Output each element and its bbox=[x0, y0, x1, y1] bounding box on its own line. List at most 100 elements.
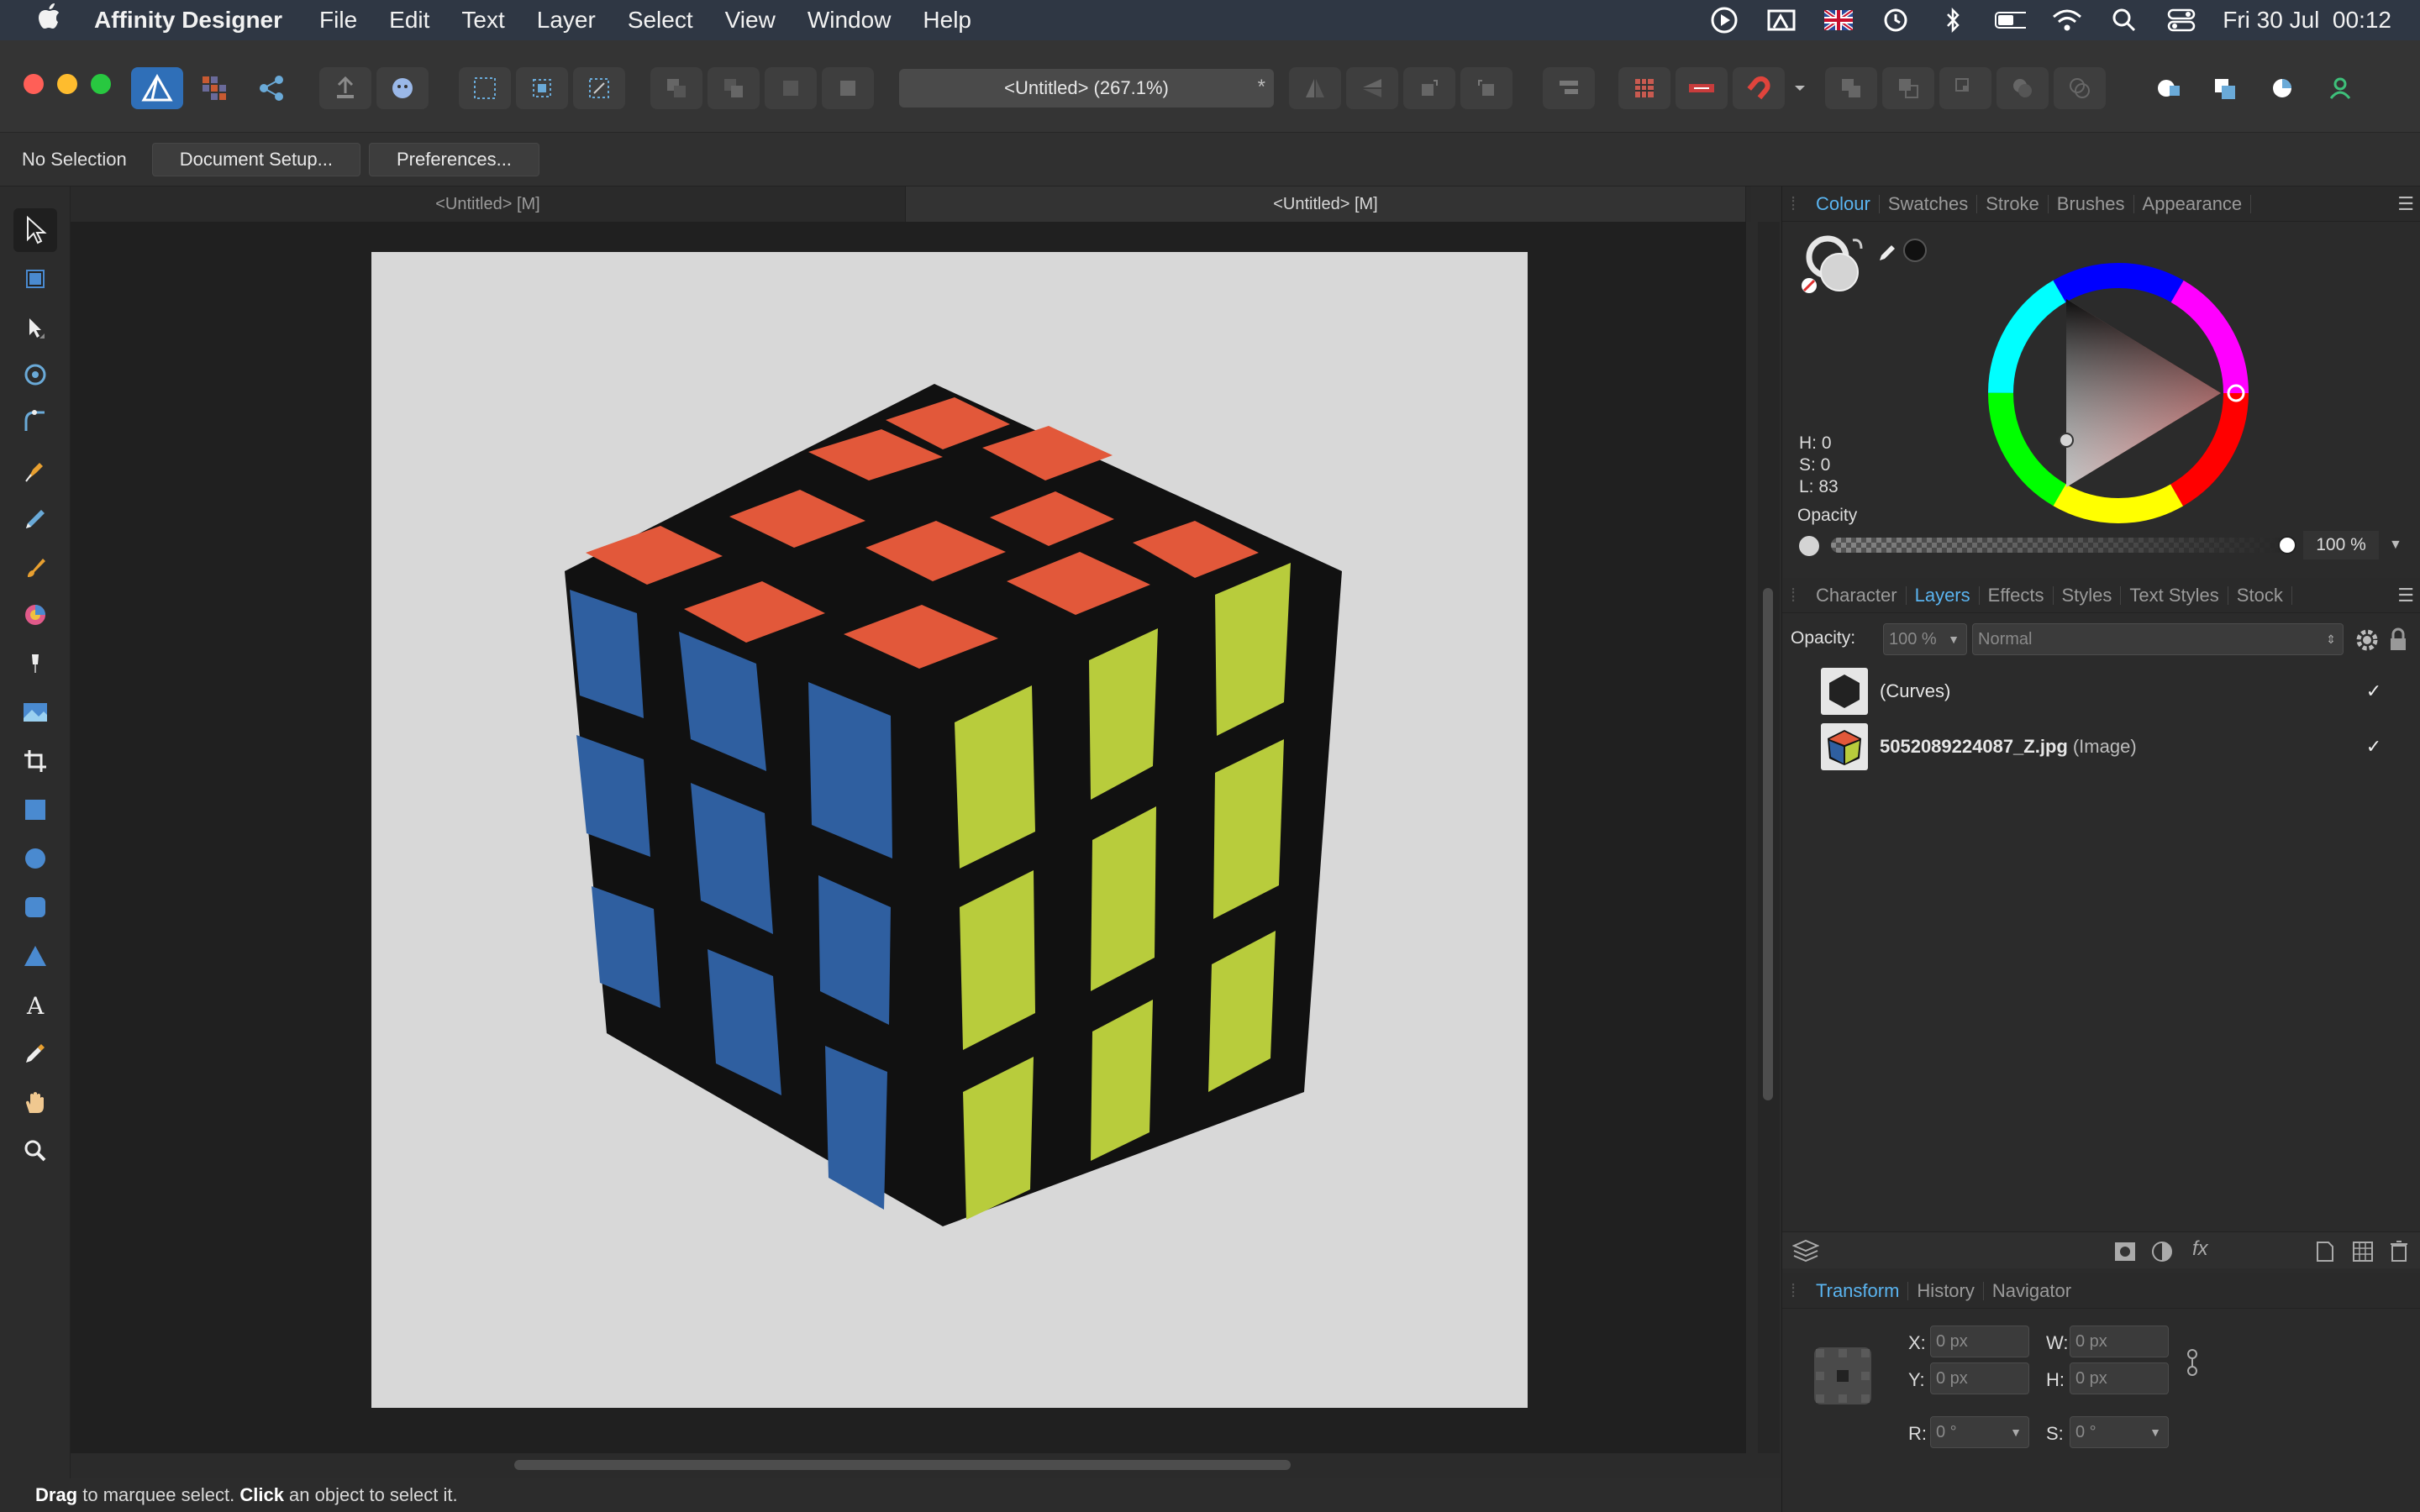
colour-picker-handle[interactable] bbox=[2059, 433, 2074, 448]
layer-row[interactable]: (Curves) ✓ bbox=[1782, 664, 2420, 719]
corner-tool-icon[interactable] bbox=[13, 400, 57, 444]
grid-icon[interactable] bbox=[1618, 67, 1670, 109]
artboard[interactable] bbox=[371, 252, 1528, 1408]
zoom-window-button[interactable] bbox=[91, 74, 111, 94]
anchor-point-selector[interactable] bbox=[1809, 1342, 1876, 1410]
view-tool-hand-icon[interactable] bbox=[13, 1080, 57, 1124]
color-picker-icon[interactable] bbox=[1876, 235, 1927, 269]
pen-tool-icon[interactable] bbox=[13, 449, 57, 492]
opacity-slider-handle[interactable] bbox=[2278, 536, 2296, 554]
panel-menu-icon[interactable]: ☰ bbox=[2397, 585, 2414, 606]
tab-appearance[interactable]: Appearance bbox=[2134, 194, 2252, 213]
control-center-icon[interactable] bbox=[2165, 8, 2197, 33]
uk-flag-icon[interactable] bbox=[1823, 8, 1854, 33]
artistic-text-tool-icon[interactable]: A bbox=[13, 983, 57, 1026]
panel-grip-icon[interactable]: ⁞ bbox=[1791, 585, 1807, 606]
subtract-icon[interactable] bbox=[1882, 67, 1934, 109]
menu-select[interactable]: Select bbox=[628, 7, 693, 34]
user-account-icon[interactable] bbox=[2314, 67, 2366, 109]
select-bounds-icon[interactable] bbox=[516, 67, 568, 109]
tab-swatches[interactable]: Swatches bbox=[1880, 194, 1978, 213]
align-icon[interactable] bbox=[1543, 67, 1595, 109]
export-persona-icon[interactable] bbox=[245, 67, 297, 109]
rotate-right-icon[interactable] bbox=[1460, 67, 1512, 109]
transform-origin-icon[interactable] bbox=[573, 67, 625, 109]
add-pixel-layer-icon[interactable] bbox=[2315, 1241, 2335, 1263]
flip-vertical-icon[interactable] bbox=[1346, 67, 1398, 109]
vertical-scrollbar[interactable] bbox=[1763, 588, 1773, 1100]
menu-layer[interactable]: Layer bbox=[537, 7, 596, 34]
layer-opacity-field[interactable]: 100 % ▼ bbox=[1883, 623, 1967, 655]
lock-icon[interactable] bbox=[2387, 627, 2409, 654]
point-transform-tool-icon[interactable] bbox=[13, 353, 57, 396]
rotation-field[interactable]: 0 ° ▼ bbox=[1930, 1416, 2029, 1448]
move-to-front-icon[interactable] bbox=[822, 67, 874, 109]
close-window-button[interactable] bbox=[24, 74, 44, 94]
link-proportions-icon[interactable] bbox=[2186, 1346, 2199, 1379]
rotate-left-icon[interactable] bbox=[1403, 67, 1455, 109]
tab-history[interactable]: History bbox=[1908, 1281, 1984, 1300]
snap-to-grid-icon[interactable] bbox=[459, 67, 511, 109]
upload-icon[interactable] bbox=[319, 67, 371, 109]
document-tab-active[interactable]: <Untitled> [M] bbox=[906, 186, 1746, 222]
divide-icon[interactable] bbox=[2054, 67, 2106, 109]
menu-app-name[interactable]: Affinity Designer bbox=[94, 7, 282, 34]
snapping-options-chevron-down-icon[interactable] bbox=[1790, 67, 1810, 109]
ellipse-tool-icon[interactable] bbox=[13, 837, 57, 880]
menu-edit[interactable]: Edit bbox=[389, 7, 429, 34]
insert-top-icon[interactable] bbox=[2200, 67, 2252, 109]
move-forward-one-icon[interactable] bbox=[765, 67, 817, 109]
triangle-tool-icon[interactable] bbox=[13, 934, 57, 978]
tab-text-styles[interactable]: Text Styles bbox=[2121, 585, 2228, 605]
document-tab[interactable]: <Untitled> [M] bbox=[71, 186, 906, 222]
designer-persona-icon[interactable] bbox=[131, 67, 183, 109]
tab-stroke[interactable]: Stroke bbox=[1977, 194, 2049, 213]
opacity-value-field[interactable]: 100 % bbox=[2303, 531, 2379, 559]
menu-file[interactable]: File bbox=[319, 7, 357, 34]
time-machine-icon[interactable] bbox=[1880, 8, 1912, 33]
play-icon[interactable] bbox=[1708, 7, 1740, 34]
xor-icon[interactable] bbox=[1996, 67, 2049, 109]
document-title-field[interactable]: <Untitled> (267.1%) * bbox=[899, 69, 1274, 108]
panel-grip-icon[interactable]: ⁞ bbox=[1791, 193, 1807, 215]
add-icon[interactable] bbox=[1825, 67, 1877, 109]
panel-menu-icon[interactable]: ☰ bbox=[2397, 193, 2414, 215]
battery-icon[interactable] bbox=[1994, 8, 2027, 33]
rectangle-tool-icon[interactable] bbox=[13, 788, 57, 832]
spotlight-search-icon[interactable] bbox=[2108, 8, 2140, 33]
menu-bar-clock[interactable]: Fri 30 Jul 00:12 bbox=[2223, 7, 2391, 34]
intersect-icon[interactable] bbox=[1939, 67, 1991, 109]
transparency-tool-icon[interactable] bbox=[13, 642, 57, 685]
menu-view[interactable]: View bbox=[725, 7, 776, 34]
tab-layers[interactable]: Layers bbox=[1907, 585, 1980, 605]
insert-inside-icon[interactable] bbox=[2257, 67, 2309, 109]
mask-layer-icon[interactable] bbox=[2113, 1241, 2137, 1263]
tab-stock[interactable]: Stock bbox=[2228, 585, 2292, 605]
minimize-window-button[interactable] bbox=[57, 74, 77, 94]
layer-visibility-checkbox[interactable]: ✓ bbox=[2364, 681, 2384, 701]
artboard-tool-icon[interactable] bbox=[13, 257, 57, 301]
width-field[interactable]: 0 px bbox=[2070, 1326, 2169, 1357]
vector-brush-tool-icon[interactable] bbox=[13, 546, 57, 590]
assistant-icon[interactable] bbox=[376, 67, 429, 109]
colour-wheel[interactable] bbox=[1984, 259, 2253, 528]
color-picker-tool-icon[interactable] bbox=[13, 1032, 57, 1075]
insert-behind-icon[interactable] bbox=[2143, 67, 2195, 109]
fx-effects-icon[interactable]: fx bbox=[2192, 1237, 2208, 1261]
panel-grip-icon[interactable]: ⁞ bbox=[1791, 1280, 1807, 1302]
place-image-tool-icon[interactable] bbox=[13, 690, 57, 734]
menu-help[interactable]: Help bbox=[923, 7, 971, 34]
opacity-slider[interactable] bbox=[1831, 538, 2285, 553]
delete-layer-trash-icon[interactable] bbox=[2389, 1239, 2409, 1263]
snapping-magnet-icon[interactable] bbox=[1733, 67, 1785, 109]
move-to-back-icon[interactable] bbox=[650, 67, 702, 109]
y-position-field[interactable]: 0 px bbox=[1930, 1362, 2029, 1394]
apple-icon[interactable] bbox=[32, 3, 66, 38]
shear-field[interactable]: 0 ° ▼ bbox=[2070, 1416, 2169, 1448]
tab-effects[interactable]: Effects bbox=[1980, 585, 2054, 605]
tab-colour[interactable]: Colour bbox=[1807, 194, 1880, 213]
tab-styles[interactable]: Styles bbox=[2054, 585, 2122, 605]
flip-horizontal-icon[interactable] bbox=[1289, 67, 1341, 109]
fill-tool-icon[interactable] bbox=[13, 593, 57, 637]
document-setup-button[interactable]: Document Setup... bbox=[151, 142, 360, 176]
